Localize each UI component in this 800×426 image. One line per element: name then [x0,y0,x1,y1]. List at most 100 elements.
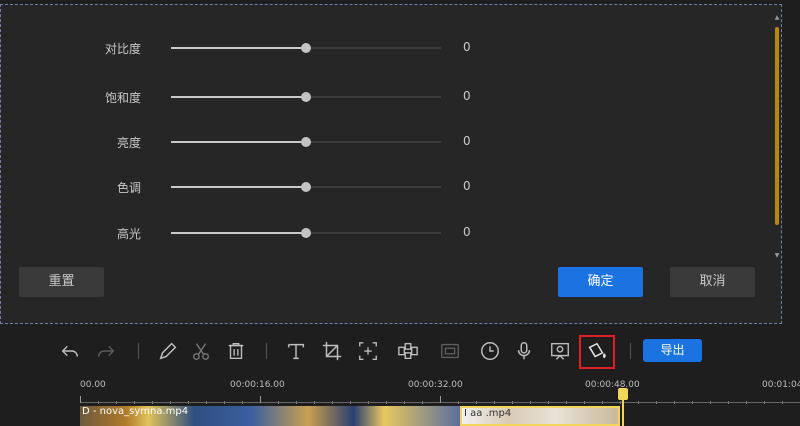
timeline-tick [764,401,765,404]
timeline-tick [674,401,675,404]
cancel-button[interactable]: 取消 [670,267,755,297]
microphone-icon[interactable] [512,339,536,363]
timeline-tick [710,401,711,404]
clip-name: I aa .mp4 [464,408,512,419]
timeline-tick [656,401,657,404]
text-icon[interactable] [284,339,308,363]
trash-icon[interactable] [224,339,248,363]
playhead[interactable] [622,392,624,426]
slider-row: 饱和度 0 [1,87,521,107]
slider-value: 0 [463,89,471,103]
slider-thumb[interactable] [301,92,311,102]
undo-icon[interactable] [58,339,82,363]
timeline-tick-label: 00.00 [80,380,106,390]
slider-thumb[interactable] [301,182,311,192]
timeline-ruler[interactable]: 00.00 00:00:16.00 00:00:32.00 00:00:48.0… [0,372,800,406]
timeline-tick [314,401,315,404]
slider-value: 0 [463,40,471,54]
slider-fill [171,141,306,143]
slider-label: 对比度 [104,42,141,56]
timeline-tick [386,401,387,404]
timeline-tick [242,401,243,404]
timeline-tick [692,401,693,404]
timeline-tick [134,401,135,404]
timeline-tick [746,401,747,404]
timeline-tick [782,401,783,404]
timeline-tick-label: 00:01:04 [762,380,800,390]
timeline-tick [512,401,513,404]
slider-track[interactable] [171,228,441,238]
timeline-tick [188,401,189,404]
timeline-tick [530,401,531,404]
slider-label: 亮度 [116,136,141,150]
slider-fill [171,186,306,188]
toolbar-separator [630,343,631,359]
timeline-tick [350,401,351,404]
timeline-tick-label: 00:00:32.00 [408,380,463,390]
timeline-tick [332,401,333,404]
slider-track[interactable] [171,137,441,147]
panel-scrollbar[interactable]: ▲ ▼ [774,15,780,263]
slider-value: 0 [463,225,471,239]
clip-name: D - nova_symna.mp4 [82,406,189,417]
selected-tool-highlight [579,335,615,369]
scroll-thumb[interactable] [775,27,779,225]
timeline-tick-label: 00:00:16.00 [230,380,285,390]
timeline-tick [170,401,171,404]
zoom-fit-icon[interactable] [356,339,380,363]
slider-row: 亮度 0 [1,132,521,152]
adjust-panel: 对比度 0 饱和度 0 亮度 0 色调 0 高光 0 ▲ ▼ 重置 确定 取消 [0,4,782,324]
toolbar-separator [138,343,139,359]
frame-icon[interactable] [438,339,462,363]
timeline-tick [566,401,567,404]
timeline-tick [584,401,585,404]
timeline-tick [440,396,441,403]
clock-icon[interactable] [478,339,502,363]
timeline-tick [494,401,495,404]
pencil-icon[interactable] [156,339,180,363]
slider-thumb[interactable] [301,228,311,238]
timeline-clip[interactable]: I aa .mp4 [460,406,620,426]
timeline-tick [206,401,207,404]
timeline-tick [548,401,549,404]
timeline-tick [296,401,297,404]
timeline-tick-label: 00:00:48.00 [585,380,640,390]
scroll-up-arrow-icon[interactable]: ▲ [774,15,780,21]
crop-icon[interactable] [320,339,344,363]
slider-label: 高光 [116,227,141,241]
timeline-tick [638,401,639,404]
slider-label: 色调 [116,181,141,195]
slider-track[interactable] [171,43,441,53]
toolbar-separator [266,343,267,359]
slider-value: 0 [463,134,471,148]
mosaic-icon[interactable] [396,339,420,363]
slider-label: 饱和度 [104,91,141,105]
slider-thumb[interactable] [301,137,311,147]
timeline-tick [368,401,369,404]
slider-track[interactable] [171,182,441,192]
timeline-tick [260,396,261,403]
timeline-tick [422,401,423,404]
timeline-tick [152,401,153,404]
timeline-tick [620,401,621,404]
timeline-tick [278,401,279,404]
slider-track[interactable] [171,92,441,102]
reset-button[interactable]: 重置 [19,267,104,297]
confirm-button[interactable]: 确定 [558,267,643,297]
screen-record-icon[interactable] [548,339,572,363]
slider-value: 0 [463,179,471,193]
slider-thumb[interactable] [301,43,311,53]
slider-row: 高光 0 [1,223,521,243]
slider-row: 色调 0 [1,177,521,197]
timeline-tick [458,401,459,404]
timeline-tick [80,396,81,403]
export-button[interactable]: 导出 [643,339,702,362]
timeline-tick [116,401,117,404]
timeline-tick [404,401,405,404]
slider-fill [171,47,306,49]
timeline-tick [728,401,729,404]
scissors-icon[interactable] [189,339,213,363]
timeline-clip[interactable]: D - nova_symna.mp4 [80,406,460,426]
scroll-down-arrow-icon[interactable]: ▼ [774,253,780,259]
redo-icon[interactable] [94,339,118,363]
